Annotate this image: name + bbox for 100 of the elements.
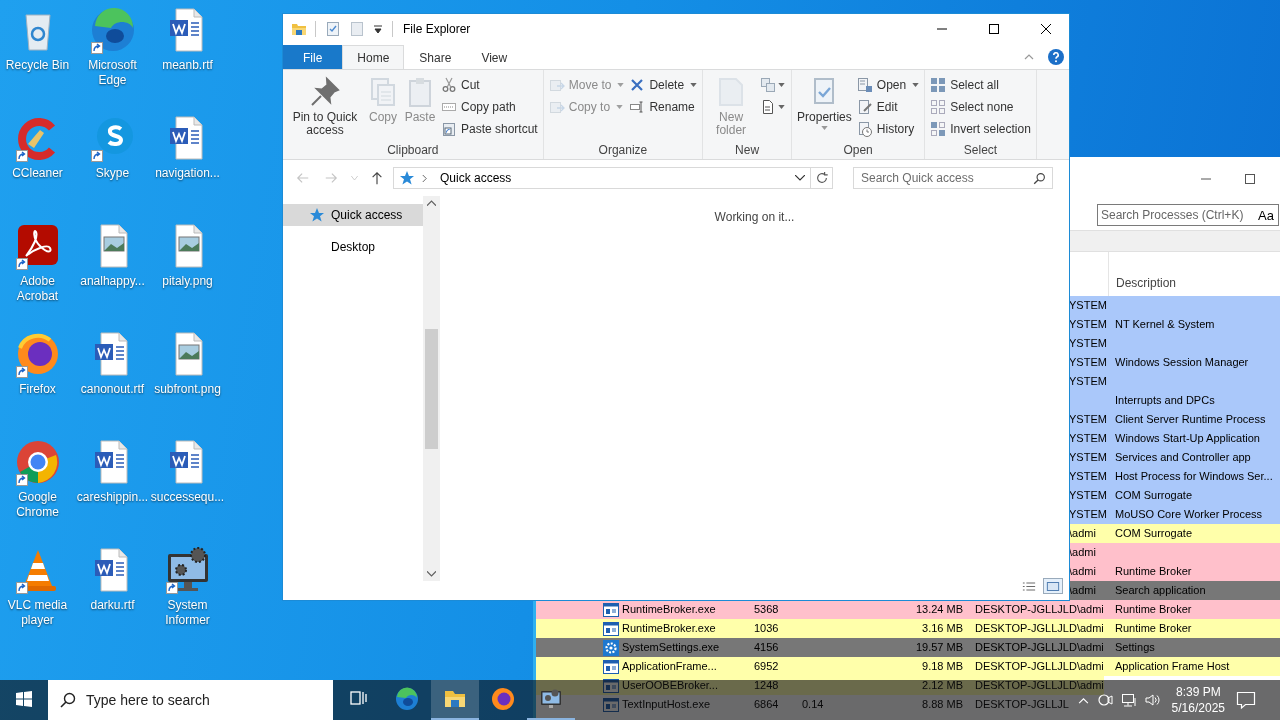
memory-cell-text: 13.24 MB bbox=[914, 602, 963, 617]
cpu-cell-text: 0.14 bbox=[802, 697, 825, 712]
process-row[interactable]: YSTEM bbox=[1069, 296, 1280, 315]
pid-cell-text: 6952 bbox=[754, 659, 780, 674]
description-cell-text: Search application bbox=[1114, 583, 1207, 598]
ribbon-button[interactable]: Delete bbox=[627, 74, 700, 96]
scroll-down-icon[interactable] bbox=[427, 571, 436, 577]
process-row[interactable]: RuntimeBroker.exe 5368 13.24 MB DESKTOP-JGLLJLD\admi Runtime Broker bbox=[536, 600, 1280, 619]
scrollbar-thumb[interactable] bbox=[425, 328, 438, 449]
process-row[interactable]: YSTEM Host Process for Windows Ser... bbox=[1069, 467, 1280, 486]
search-icon bbox=[1033, 172, 1046, 185]
taskbar-button[interactable] bbox=[431, 680, 479, 720]
process-row[interactable]: YSTEM Client Server Runtime Process bbox=[1069, 410, 1280, 429]
browser-icon bbox=[395, 687, 419, 711]
properties-icon bbox=[325, 21, 341, 37]
description-cell-text: Settings bbox=[1114, 640, 1156, 655]
ribbon-button[interactable]: Edit bbox=[854, 96, 922, 118]
process-row[interactable]: UserOOBEBroker... 1248 2.12 MB DESKTOP-JGLLJLD\admi bbox=[536, 676, 1104, 695]
pid-cell-text: 1248 bbox=[754, 678, 780, 693]
memory-cell-text: 8.88 MB bbox=[921, 697, 963, 712]
chevron-down-icon bbox=[350, 176, 358, 180]
memory-cell-text: 19.57 MB bbox=[914, 640, 963, 655]
process-row[interactable]: YSTEM Services and Controller app bbox=[1069, 448, 1280, 467]
speaker-icon[interactable] bbox=[1144, 692, 1161, 708]
description-cell-text: Host Process for Windows Ser... bbox=[1114, 469, 1274, 484]
process-row[interactable]: \admi COM Surrogate bbox=[1069, 524, 1280, 543]
network-icon[interactable] bbox=[1120, 692, 1137, 708]
ribbon-group-label: Open bbox=[842, 142, 874, 158]
description-cell-text: COM Surrogate bbox=[1114, 526, 1194, 541]
process-name-cell-text: RuntimeBroker.exe bbox=[622, 602, 717, 617]
select-all-icon bbox=[930, 77, 947, 93]
ribbon-button[interactable]: Pin to Quick access bbox=[286, 74, 364, 139]
help-icon[interactable] bbox=[1048, 48, 1064, 65]
user-cell-text: YSTEM bbox=[1069, 412, 1108, 427]
process-row[interactable]: YSTEM MoUSO Core Worker Process bbox=[1069, 505, 1280, 524]
ribbon-button[interactable]: Select none bbox=[928, 96, 1033, 118]
process-row[interactable]: RuntimeBroker.exe 1036 3.16 MB DESKTOP-JGLLJLD\admi Runtime Broker bbox=[536, 619, 1280, 638]
scroll-up-icon[interactable] bbox=[427, 200, 436, 206]
edit-icon bbox=[856, 99, 873, 115]
ribbon-button[interactable]: Invert selection bbox=[928, 118, 1033, 140]
pid-cell-text: 1036 bbox=[754, 621, 780, 636]
ribbon-button[interactable]: Properties bbox=[795, 74, 854, 132]
ribbon-button[interactable]: Paste shortcut bbox=[439, 118, 540, 140]
monitor-icon bbox=[539, 687, 563, 711]
window-title: File Explorer bbox=[403, 22, 471, 36]
ribbon-button[interactable]: Copy path bbox=[439, 96, 540, 118]
address-bar[interactable]: Quick access bbox=[393, 167, 811, 189]
memory-cell-text: 2.12 MB bbox=[921, 678, 963, 693]
process-row[interactable]: \admi bbox=[1069, 543, 1280, 562]
history-icon bbox=[856, 121, 873, 137]
user-cell-text: YSTEM bbox=[1069, 336, 1108, 351]
process-row[interactable]: SystemSettings.exe 4156 19.57 MB DESKTOP-JGLLJLD\admi Settings bbox=[536, 638, 1280, 657]
process-name-cell-text: SystemSettings.exe bbox=[622, 640, 721, 655]
chevron-up-icon[interactable] bbox=[1077, 696, 1089, 704]
refresh-button[interactable] bbox=[811, 167, 833, 189]
ribbon-button[interactable]: Rename bbox=[627, 96, 700, 118]
ribbon-group-label: Select bbox=[962, 142, 999, 158]
process-row[interactable]: YSTEM bbox=[1069, 372, 1280, 391]
clock-time[interactable]: 8:39 PM bbox=[1175, 684, 1221, 700]
ribbon-tab[interactable]: Home bbox=[342, 45, 405, 69]
ribbon-button[interactable]: History bbox=[854, 118, 922, 140]
camera-icon[interactable] bbox=[1096, 692, 1113, 708]
user-cell-text: YSTEM bbox=[1069, 469, 1108, 484]
customize-button[interactable] bbox=[372, 24, 384, 34]
process-row[interactable]: YSTEM NT Kernel & System bbox=[1069, 315, 1280, 334]
process-row[interactable]: YSTEM bbox=[1069, 334, 1280, 353]
notification-icon[interactable] bbox=[1236, 690, 1256, 710]
clock-date[interactable]: 5/16/2025 bbox=[1171, 700, 1225, 716]
rename-icon bbox=[629, 99, 646, 115]
memory-cell-text: 3.16 MB bbox=[921, 621, 963, 636]
ribbon-button[interactable]: Open bbox=[854, 74, 922, 96]
window-icon bbox=[603, 658, 619, 675]
user-cell-text: YSTEM bbox=[1069, 355, 1108, 370]
ribbon-tab[interactable]: Share bbox=[404, 45, 467, 69]
large-icons-view-button[interactable] bbox=[1043, 578, 1063, 594]
process-row[interactable]: \admi Runtime Broker bbox=[1069, 562, 1280, 581]
dropdown-icon[interactable] bbox=[795, 175, 805, 181]
user-cell-text: DESKTOP-JGLLJLD\admi bbox=[974, 659, 1105, 674]
navigation-item[interactable]: Desktop bbox=[283, 236, 423, 258]
copy-icon bbox=[548, 99, 565, 115]
process-row[interactable]: YSTEM Windows Start-Up Application bbox=[1069, 429, 1280, 448]
process-row[interactable]: ApplicationFrame... 6952 9.18 MB DESKTOP-JGLLJLD\admi Application Frame Host bbox=[536, 657, 1280, 676]
move-icon bbox=[548, 77, 565, 93]
properties-button[interactable] bbox=[324, 21, 342, 37]
search-field[interactable]: Type here to search bbox=[48, 680, 333, 720]
process-row[interactable]: Interrupts and DPCs bbox=[1069, 391, 1280, 410]
process-row[interactable]: \admi Search application bbox=[1069, 581, 1280, 600]
user-cell-text: YSTEM bbox=[1069, 488, 1108, 503]
user-cell-text: \admi bbox=[1069, 564, 1097, 579]
process-row[interactable]: YSTEM COM Surrogate bbox=[1069, 486, 1280, 505]
navigation-item[interactable]: Quick access bbox=[283, 204, 423, 226]
back-arrow-icon bbox=[296, 171, 310, 185]
ribbon-button[interactable]: Cut bbox=[439, 74, 540, 96]
ribbon-button[interactable]: Select all bbox=[928, 74, 1033, 96]
process-row[interactable]: YSTEM Windows Session Manager bbox=[1069, 353, 1280, 372]
file-menu-tab[interactable]: File bbox=[283, 45, 343, 69]
ribbon-group-label: Organize bbox=[597, 142, 649, 158]
description-cell-text: Runtime Broker bbox=[1114, 564, 1193, 579]
ribbon-tab[interactable]: View bbox=[466, 45, 523, 69]
scrollbar[interactable] bbox=[423, 196, 440, 581]
